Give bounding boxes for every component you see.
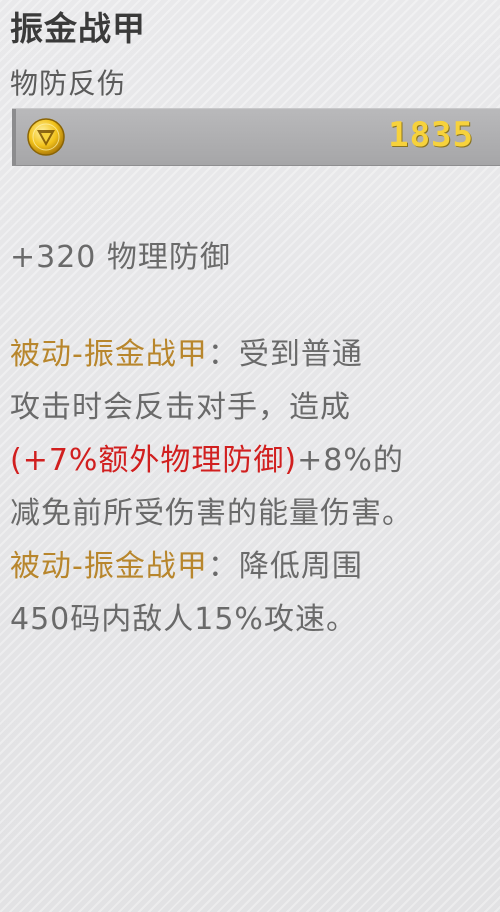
passive-line-2: 攻击时会反击对手，造成 <box>10 381 500 434</box>
stat-physical-defense: +320 物理防御 <box>10 240 231 275</box>
passive-2-sep: ： <box>207 549 239 584</box>
passive-line-6: 450码内敌人15%攻速。 <box>10 593 500 646</box>
price-bar-notch <box>12 109 16 165</box>
price-bar: 1835 <box>12 108 500 166</box>
item-category: 物防反伤 <box>10 67 127 100</box>
passive-1-text-c: +8%的 <box>297 443 404 478</box>
item-name: 振金战甲 <box>10 9 146 48</box>
gold-coin-icon <box>27 118 65 156</box>
passive-line-4: 减免前所受伤害的能量伤害。 <box>10 487 500 540</box>
passive-1-sep: ： <box>207 337 239 372</box>
passive-line-1: 被动-振金战甲：受到普通 <box>10 328 500 381</box>
passive-1-name: 被动-振金战甲 <box>10 337 208 372</box>
passive-line-3: (+7%额外物理防御)+8%的 <box>10 434 500 487</box>
passive-1-text-d: 减免前所受伤害的能量伤害。 <box>10 496 413 531</box>
passive-1-text-b: 攻击时会反击对手，造成 <box>10 390 351 425</box>
passive-2-text-b: 450码内敌人15%攻速。 <box>10 602 357 637</box>
passive-line-5: 被动-振金战甲：降低周围 <box>10 540 500 593</box>
passive-2-text-a: 降低周围 <box>238 549 363 584</box>
passive-1-highlight: (+7%额外物理防御) <box>10 443 298 478</box>
passive-description: 被动-振金战甲：受到普通 攻击时会反击对手，造成 (+7%额外物理防御)+8%的… <box>10 328 500 646</box>
passive-2-name: 被动-振金战甲 <box>10 549 208 584</box>
passive-1-text-a: 受到普通 <box>238 337 363 372</box>
price-value: 1835 <box>388 115 474 155</box>
